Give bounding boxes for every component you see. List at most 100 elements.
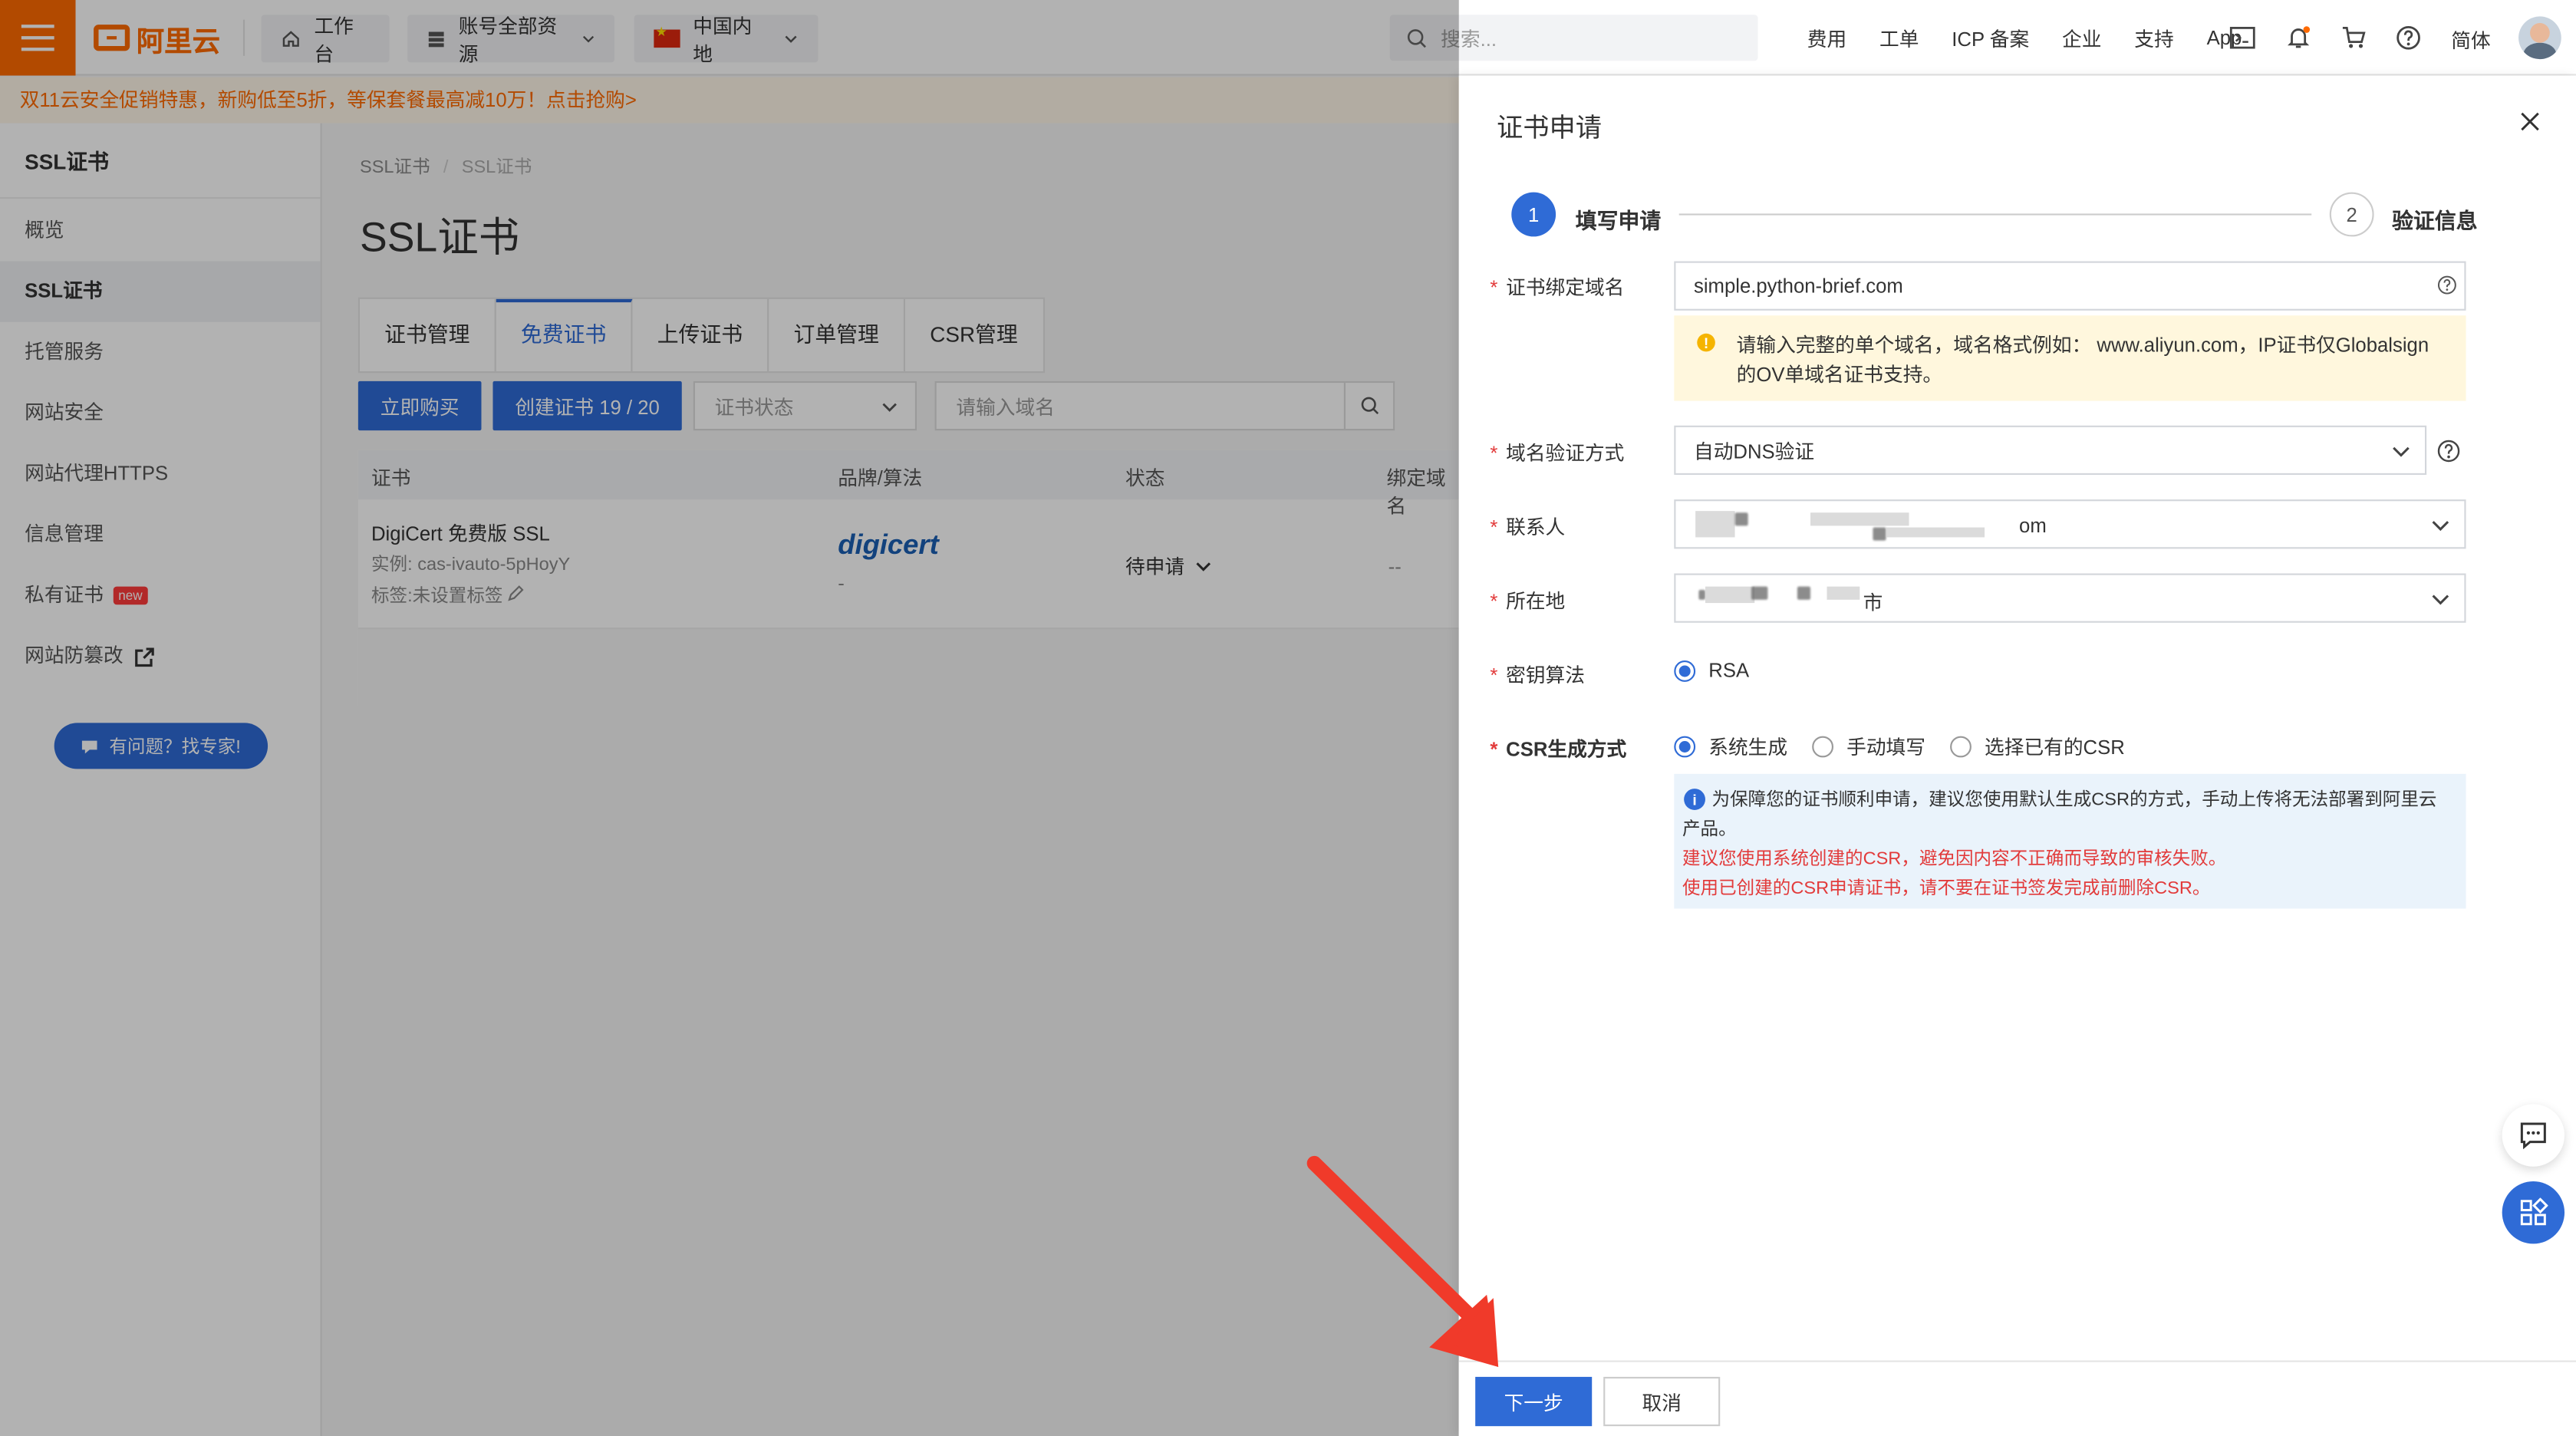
top-links: 费用 工单 ICP 备案 企业 支持 App bbox=[1790, 0, 2258, 76]
cert-instance: 实例: cas-ivauto-5pHoyY bbox=[371, 555, 571, 575]
sidebar-item-tamper-protect[interactable]: 网站防篡改 bbox=[0, 626, 321, 687]
sidebar-item-hosting[interactable]: 托管服务 bbox=[0, 322, 321, 383]
chat-icon bbox=[82, 739, 98, 753]
breadcrumb-item[interactable]: SSL证书 bbox=[360, 158, 430, 178]
cert-status-select[interactable]: 证书状态 bbox=[693, 380, 917, 431]
home-icon bbox=[282, 31, 299, 47]
cart-icon[interactable] bbox=[2340, 23, 2370, 53]
domain-hint-text: 请输入完整的单个域名，域名格式例如： www.aliyun.com，IP证书仅G… bbox=[1736, 333, 2429, 387]
stepper: 1 填写申请 2 验证信息 bbox=[1511, 192, 2481, 239]
ask-expert-button[interactable]: 有问题？找专家! bbox=[54, 723, 268, 769]
cert-status[interactable]: 待申请 bbox=[1125, 552, 1213, 580]
sidebar-item-label: SSL证书 bbox=[25, 279, 103, 303]
domain-field-label: 证书绑定域名 bbox=[1490, 273, 1624, 301]
workbench-button[interactable]: 工作台 bbox=[261, 14, 390, 65]
feedback-button[interactable] bbox=[2502, 1104, 2565, 1167]
link-billing[interactable]: 费用 bbox=[1790, 24, 1863, 51]
domain-hint-box: ! 请输入完整的单个域名，域名格式例如： www.aliyun.com，IP证书… bbox=[1674, 315, 2466, 401]
domain-field-value: simple.python-brief.com bbox=[1693, 274, 1903, 298]
ask-expert-label: 有问题？找专家! bbox=[109, 737, 241, 758]
logo-text: 阿里云 bbox=[136, 25, 220, 57]
sidebar-item-label: 信息管理 bbox=[25, 522, 104, 546]
chevron-down-icon bbox=[785, 35, 797, 43]
chevron-down-icon bbox=[882, 402, 897, 411]
user-avatar[interactable] bbox=[2518, 16, 2561, 60]
red-arrow-annotation bbox=[1306, 1155, 1499, 1368]
tab-cert-manage[interactable]: 证书管理 bbox=[360, 298, 496, 372]
verify-method-select[interactable]: 自动DNS验证 bbox=[1674, 425, 2427, 476]
cert-tag[interactable]: 标签:未设置标签 bbox=[371, 581, 524, 608]
search-button[interactable] bbox=[1343, 383, 1393, 430]
close-icon[interactable] bbox=[2517, 108, 2543, 134]
radio-csr-system[interactable]: 系统生成 bbox=[1674, 733, 1787, 760]
radio-csr-manual-label: 手动填写 bbox=[1846, 736, 1925, 759]
cert-bound-domain: -- bbox=[1388, 555, 1402, 578]
contact-select[interactable]: om bbox=[1674, 499, 2466, 549]
radio-rsa[interactable]: RSA bbox=[1674, 659, 1749, 682]
breadcrumb: SSL证书 / SSL证书 bbox=[360, 153, 532, 179]
link-enterprise[interactable]: 企业 bbox=[2046, 24, 2118, 51]
radio-button[interactable] bbox=[1950, 736, 1972, 758]
link-support[interactable]: 支持 bbox=[2118, 24, 2190, 51]
sidebar-item-label: 私有证书 bbox=[25, 583, 104, 607]
menu-icon[interactable] bbox=[0, 0, 76, 76]
col-status: 状态 bbox=[1125, 466, 1165, 490]
help-icon[interactable] bbox=[2436, 275, 2458, 296]
account-resources-dropdown[interactable]: 账号全部资源 bbox=[407, 14, 614, 65]
csr-method-label: CSR生成方式 bbox=[1490, 734, 1626, 762]
location-select[interactable]: 市 bbox=[1674, 573, 2466, 623]
tab-csr-manage[interactable]: CSR管理 bbox=[905, 299, 1043, 371]
edit-icon bbox=[508, 585, 524, 601]
search-icon bbox=[1407, 28, 1426, 48]
sidebar-item-overview[interactable]: 概览 bbox=[0, 200, 321, 261]
location-value: 市 bbox=[1863, 591, 1883, 615]
apps-button[interactable] bbox=[2502, 1181, 2565, 1244]
blurred-text bbox=[1873, 527, 1886, 541]
sidebar: SSL证书 概览 SSL证书 托管服务 网站安全 网站代理HTTPS 信息管理 … bbox=[0, 123, 322, 1436]
buy-now-button[interactable]: 立即购买 bbox=[357, 380, 482, 431]
verify-method-value: 自动DNS验证 bbox=[1693, 439, 1815, 463]
domain-search-input[interactable]: 请输入域名 bbox=[934, 380, 1395, 431]
csr-warning-1: 建议您使用系统创建的CSR，避免因内容不正确而导致的审核失败。 bbox=[1682, 849, 2227, 870]
sidebar-item-site-security[interactable]: 网站安全 bbox=[0, 383, 321, 443]
cert-name: DigiCert 免费版 SSL bbox=[371, 522, 550, 546]
terminal-icon[interactable] bbox=[2228, 23, 2258, 53]
chevron-down-icon bbox=[582, 35, 594, 43]
breadcrumb-sep: / bbox=[443, 157, 449, 178]
radio-button[interactable] bbox=[1812, 736, 1834, 758]
bell-icon[interactable] bbox=[2284, 23, 2314, 53]
step-connector bbox=[1678, 213, 2312, 216]
help-icon[interactable] bbox=[2436, 439, 2461, 463]
radio-csr-manual[interactable]: 手动填写 bbox=[1812, 733, 1925, 760]
search-input[interactable]: 搜索... bbox=[1389, 15, 1758, 61]
location-field-label: 所在地 bbox=[1490, 587, 1565, 614]
create-cert-button[interactable]: 创建证书 19 / 20 bbox=[492, 380, 682, 431]
sidebar-item-ssl-cert[interactable]: SSL证书 bbox=[0, 261, 321, 322]
table-header: 证书 品牌/算法 状态 绑定域名 bbox=[357, 450, 1459, 518]
region-dropdown[interactable]: 中国内地 bbox=[634, 14, 819, 65]
tab-free-cert[interactable]: 免费证书 bbox=[496, 298, 633, 372]
next-step-button[interactable]: 下一步 bbox=[1475, 1376, 1593, 1427]
region-label: 中国内地 bbox=[693, 14, 753, 65]
tab-order-manage[interactable]: 订单管理 bbox=[769, 298, 906, 372]
sidebar-item-info-manage[interactable]: 信息管理 bbox=[0, 505, 321, 565]
sidebar-item-private-cert[interactable]: 私有证书 new bbox=[0, 565, 321, 626]
radio-csr-existing[interactable]: 选择已有的CSR bbox=[1950, 733, 2125, 760]
blurred-text bbox=[1827, 586, 1860, 600]
link-icp[interactable]: ICP 备案 bbox=[1935, 24, 2046, 51]
cancel-button[interactable]: 取消 bbox=[1603, 1376, 1721, 1427]
sidebar-item-https-proxy[interactable]: 网站代理HTTPS bbox=[0, 443, 321, 504]
aliyun-logo[interactable]: 阿里云 bbox=[94, 20, 220, 57]
workbench-label: 工作台 bbox=[314, 14, 354, 65]
radio-button-checked[interactable] bbox=[1674, 736, 1696, 758]
language-switch[interactable]: 简体 bbox=[2451, 26, 2490, 54]
sidebar-item-label: 网站防篡改 bbox=[25, 644, 124, 667]
domain-field[interactable]: simple.python-brief.com bbox=[1674, 261, 2466, 311]
digicert-logo: digicert bbox=[838, 529, 939, 561]
page-title: SSL证书 bbox=[360, 215, 520, 262]
radio-button-checked[interactable] bbox=[1674, 659, 1696, 681]
csr-info-text: 为保障您的证书顺利申请，建议您使用默认生成CSR的方式，手动上传将无法部署到阿里… bbox=[1682, 790, 2437, 840]
help-icon[interactable] bbox=[2393, 23, 2423, 53]
link-tickets[interactable]: 工单 bbox=[1863, 24, 1935, 51]
tab-upload-cert[interactable]: 上传证书 bbox=[633, 298, 769, 372]
